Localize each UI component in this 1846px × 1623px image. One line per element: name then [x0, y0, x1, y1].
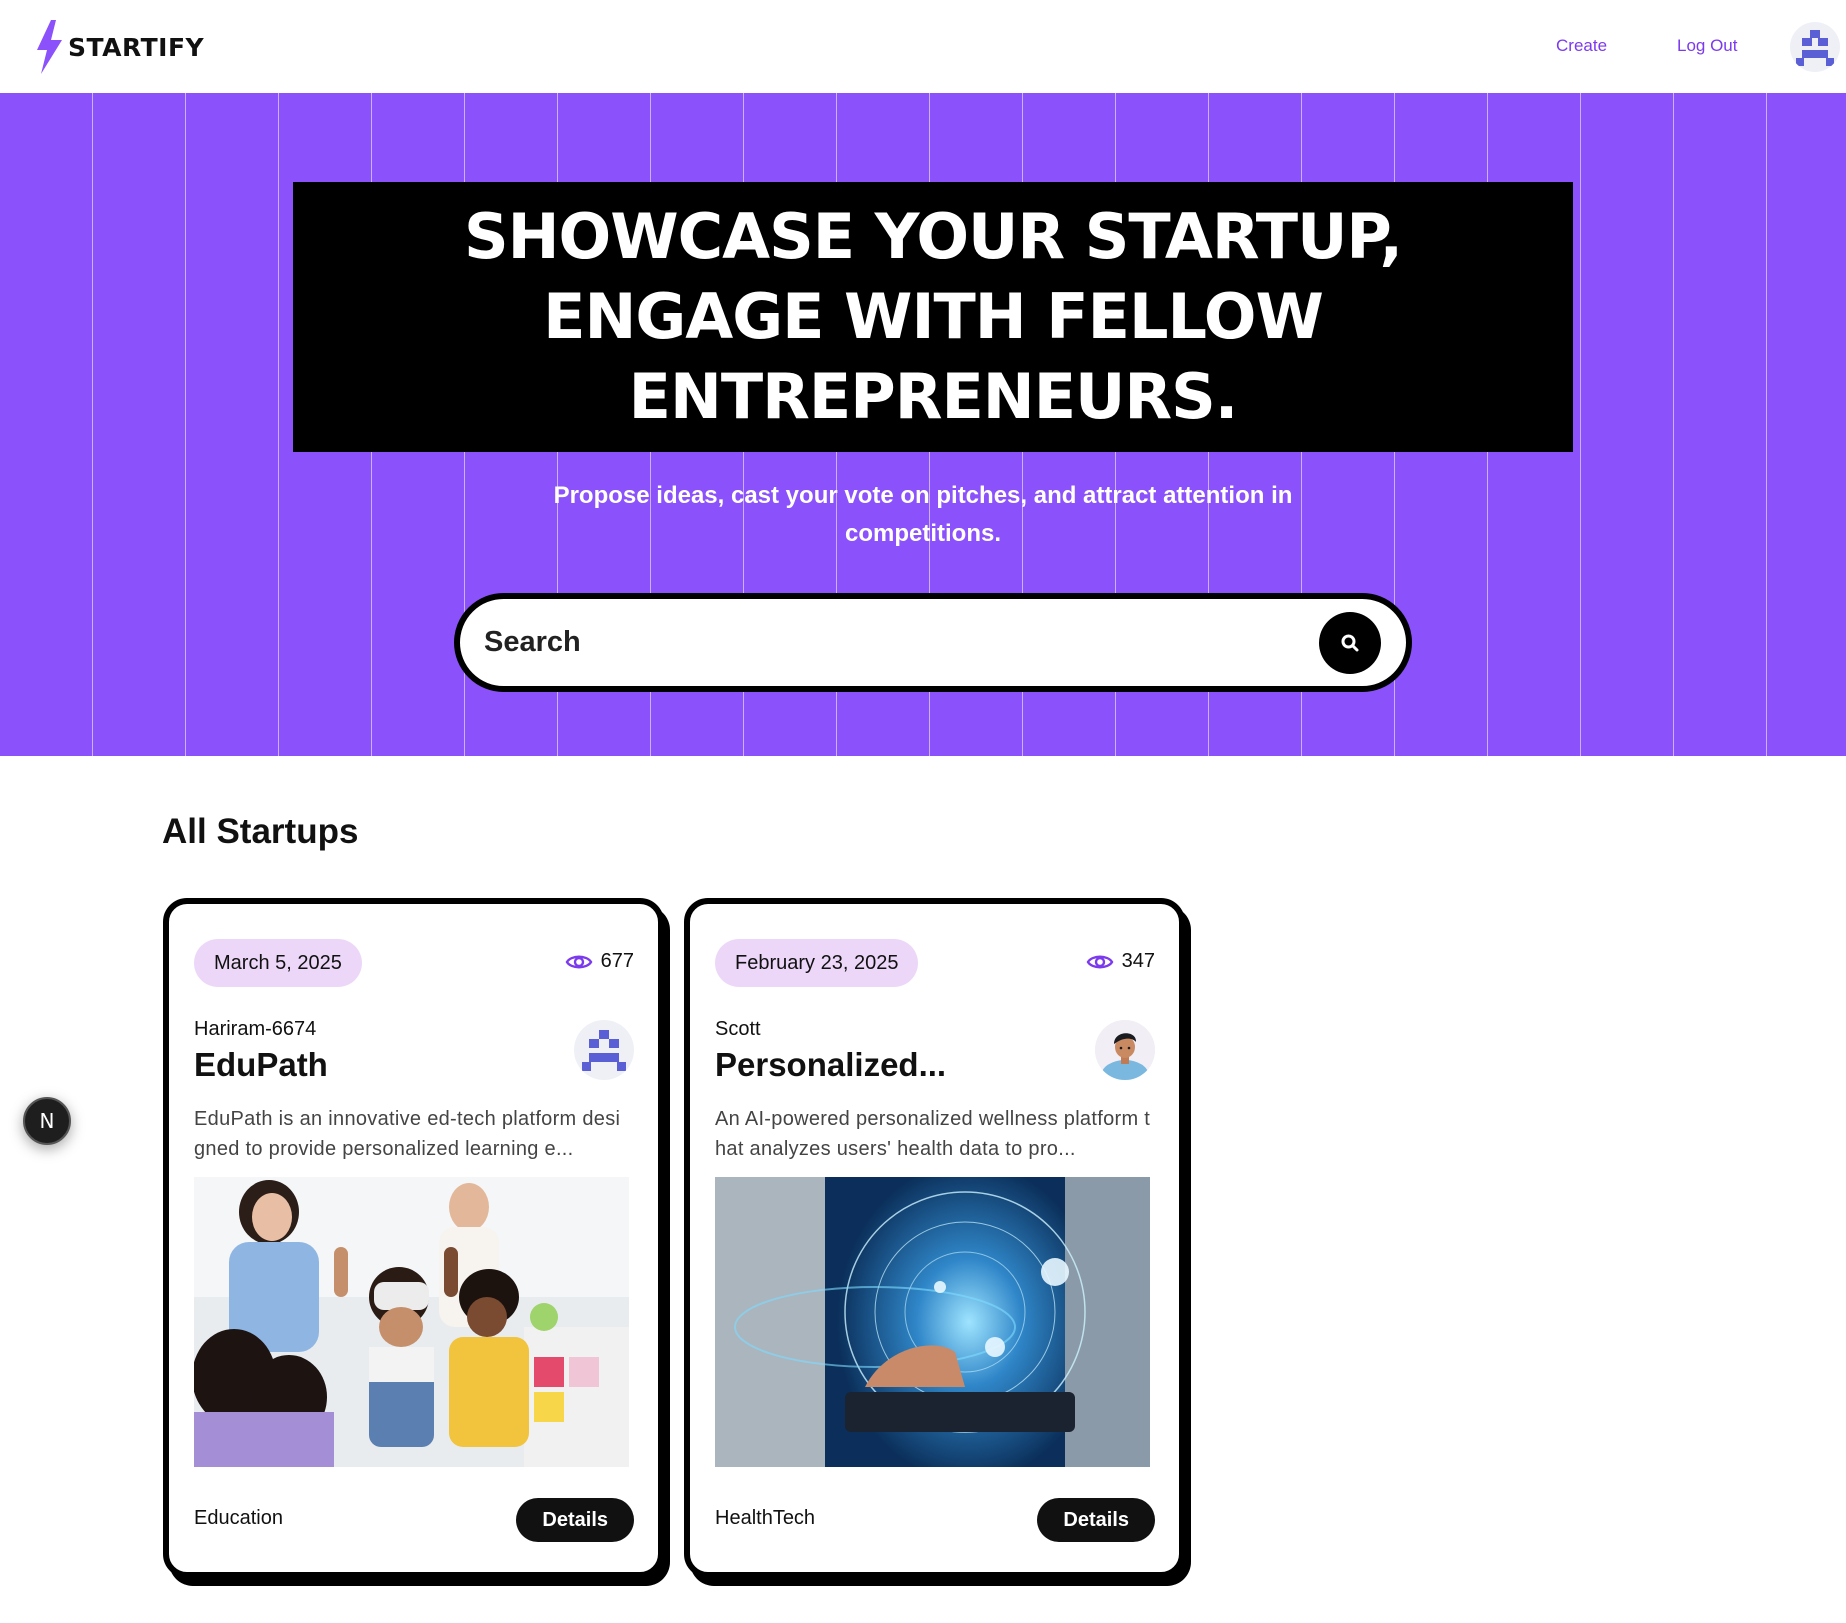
author-avatar[interactable] — [574, 1020, 634, 1080]
digital-health-illustration — [715, 1177, 1150, 1467]
date-badge: February 23, 2025 — [715, 939, 919, 987]
search-icon — [1341, 634, 1359, 652]
author-name[interactable]: Hariram-6674 — [194, 1018, 316, 1041]
startup-description: EduPath is an innovative ed-tech platfor… — [194, 1108, 621, 1160]
lightning-bolt-icon — [37, 20, 62, 74]
details-button[interactable]: Details — [516, 1498, 634, 1542]
startup-card: March 5, 2025 677 Hariram-6674 EduPath E… — [163, 898, 664, 1578]
user-avatar[interactable] — [1790, 22, 1840, 72]
hero-section: SHOWCASE YOUR STARTUP, ENGAGE WITH FELLO… — [0, 93, 1846, 756]
hero-heading: SHOWCASE YOUR STARTUP, ENGAGE WITH FELLO… — [463, 200, 1403, 433]
eye-icon — [1086, 955, 1114, 968]
startup-category[interactable]: HealthTech — [715, 1507, 815, 1530]
logo[interactable]: STARTIFY — [34, 20, 204, 74]
startup-image[interactable] — [194, 1177, 629, 1467]
view-count: 677 — [565, 950, 634, 973]
brand-name: STARTIFY — [68, 32, 205, 62]
search-form — [454, 593, 1412, 692]
pixel-avatar-icon — [1796, 30, 1834, 66]
startup-category[interactable]: Education — [194, 1507, 283, 1530]
nextjs-dev-badge[interactable]: N — [23, 1097, 71, 1145]
startup-image[interactable] — [715, 1177, 1150, 1467]
navbar: STARTIFY Create Log Out — [0, 0, 1846, 93]
author-name[interactable]: Scott — [715, 1018, 761, 1041]
date-badge: March 5, 2025 — [194, 939, 362, 987]
startup-title[interactable]: Personalized... — [715, 1046, 946, 1084]
search-button[interactable] — [1319, 612, 1381, 674]
person-avatar-icon — [1095, 1020, 1155, 1080]
section-title: All Startups — [162, 812, 359, 851]
view-count: 347 — [1086, 950, 1155, 973]
details-button[interactable]: Details — [1037, 1498, 1155, 1542]
view-count-value: 677 — [600, 950, 634, 972]
nextjs-logo-icon: N — [39, 1109, 55, 1133]
hero-subheading: Propose ideas, cast your vote on pitches… — [553, 482, 1293, 547]
classroom-vr-illustration — [194, 1177, 629, 1467]
pixel-avatar-icon — [582, 1030, 626, 1071]
search-input[interactable] — [484, 617, 1304, 667]
startup-description: An AI-powered personalized wellness plat… — [715, 1108, 1151, 1160]
hero-heading-box: SHOWCASE YOUR STARTUP, ENGAGE WITH FELLO… — [293, 182, 1573, 452]
create-link[interactable]: Create — [1556, 36, 1607, 56]
eye-icon — [565, 955, 593, 968]
startup-card: February 23, 2025 347 Scott Personalized… — [684, 898, 1185, 1578]
startup-title[interactable]: EduPath — [194, 1046, 328, 1084]
view-count-value: 347 — [1121, 950, 1155, 972]
author-avatar[interactable] — [1095, 1020, 1155, 1080]
logout-link[interactable]: Log Out — [1677, 36, 1738, 56]
